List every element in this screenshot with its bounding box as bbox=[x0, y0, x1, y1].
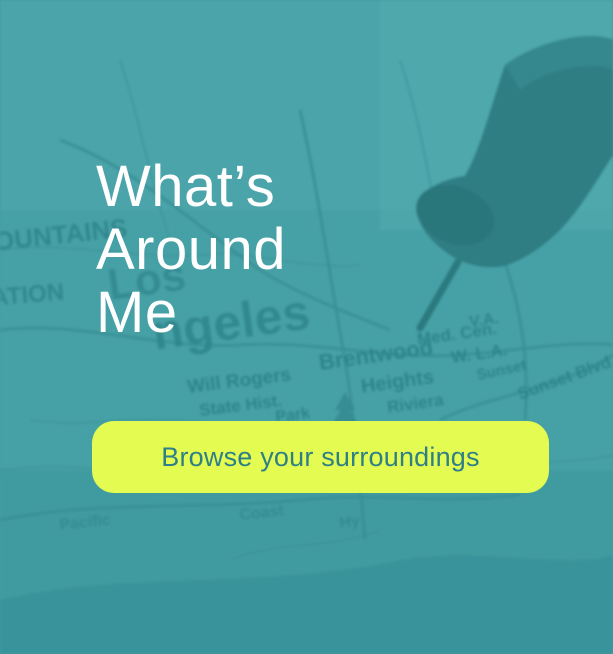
promo-title-line-2: Around bbox=[96, 217, 287, 282]
promo-card: OUNTAINS ATION Los ngeles Will Rogers St… bbox=[0, 0, 613, 654]
promo-title-line-1: What’s bbox=[96, 154, 276, 219]
promo-title-line-3: Me bbox=[96, 280, 178, 345]
promo-title: What’s Around Me bbox=[96, 155, 416, 344]
browse-surroundings-button[interactable]: Browse your surroundings bbox=[92, 421, 549, 493]
